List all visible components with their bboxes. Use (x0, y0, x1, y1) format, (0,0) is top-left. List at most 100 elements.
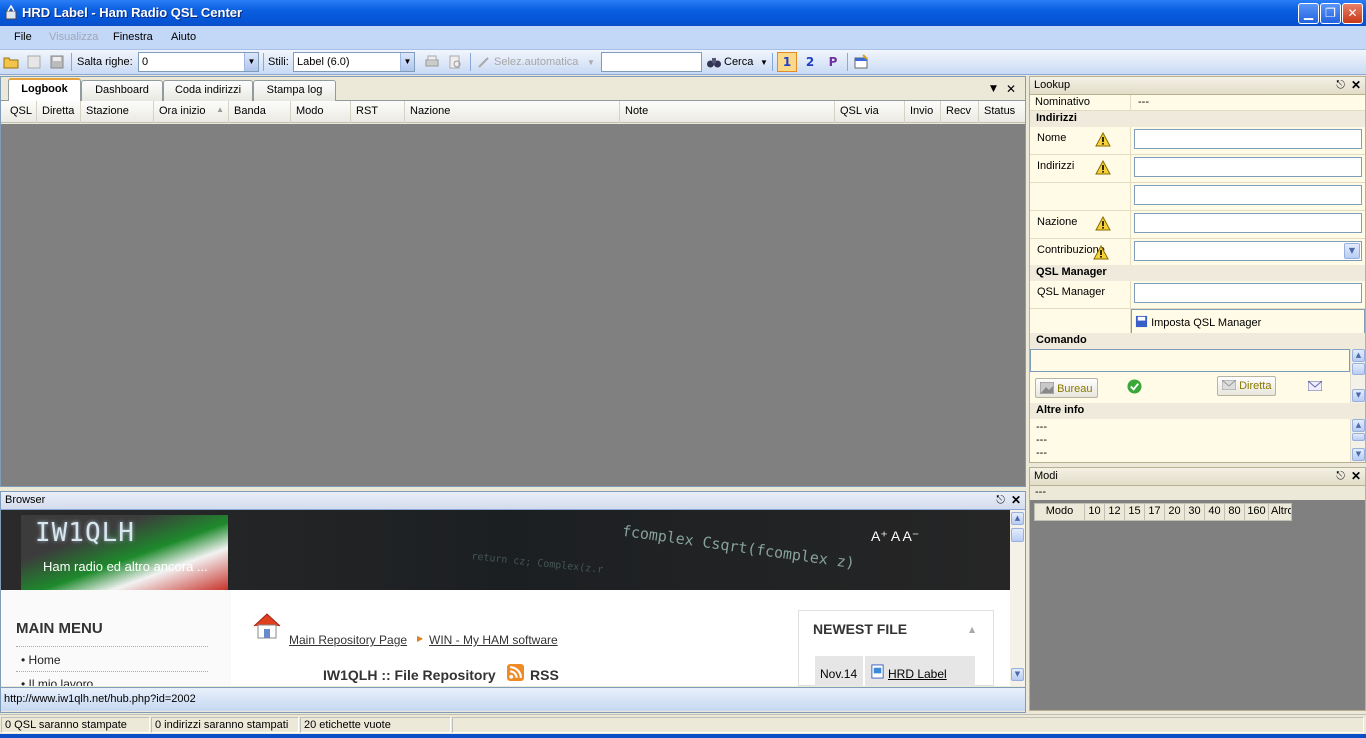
save-icon[interactable] (49, 54, 65, 70)
modi-col-30[interactable]: 30 (1185, 504, 1205, 520)
menu-item-lavoro[interactable]: • Il mio lavoro (21, 677, 93, 686)
close-icon[interactable]: ✕ (1011, 493, 1021, 507)
col-modo[interactable]: Modo (291, 101, 351, 123)
cerca-button[interactable]: Cerca (724, 56, 753, 68)
panel-dropdown-icon[interactable]: ▼ (990, 84, 997, 94)
scroll-thumb[interactable] (1352, 363, 1365, 375)
modi-col-40[interactable]: 40 (1205, 504, 1225, 520)
modi-col-160[interactable]: 160 (1245, 504, 1269, 520)
scroll-up-icon[interactable]: ▲ (1011, 512, 1024, 525)
maximize-button[interactable]: ❐ (1320, 3, 1341, 24)
breadcrumb-main-repository[interactable]: Main Repository Page (289, 633, 407, 647)
panel-close-icon[interactable]: ✕ (1006, 82, 1016, 96)
open-folder-icon[interactable] (3, 54, 19, 70)
modi-col-80[interactable]: 80 (1225, 504, 1245, 520)
log-grid-area[interactable] (1, 124, 1025, 486)
indirizzi-field-2[interactable] (1134, 185, 1362, 205)
tab-stampa-log[interactable]: Stampa log (253, 80, 336, 101)
newest-file-link[interactable]: HRD Label (888, 667, 947, 681)
nazione-field[interactable] (1134, 213, 1362, 233)
modi-col-10[interactable]: 10 (1085, 504, 1105, 520)
page-2-button[interactable]: 2 (800, 52, 820, 72)
scroll-thumb[interactable] (1011, 528, 1024, 542)
col-banda[interactable]: Banda (229, 101, 291, 123)
modi-col-modo[interactable]: Modo (1035, 504, 1085, 520)
print-preview-icon[interactable] (447, 54, 463, 70)
diretta-button[interactable]: Diretta (1217, 376, 1277, 396)
search-input[interactable] (601, 52, 702, 72)
selez-automatica-button[interactable]: Selez.automatica (494, 56, 578, 68)
col-diretta[interactable]: Diretta (37, 101, 81, 123)
scroll-up-icon[interactable]: ▲ (1352, 419, 1365, 432)
modi-col-15[interactable]: 15 (1125, 504, 1145, 520)
imposta-qsl-manager-button[interactable]: Imposta QSL Manager (1131, 309, 1365, 334)
close-icon[interactable]: ✕ (1351, 78, 1361, 92)
menu-item-home[interactable]: • Home (21, 653, 61, 667)
font-size-controls[interactable]: A⁺ A A⁻ (871, 528, 919, 545)
col-recv[interactable]: Recv (941, 101, 979, 123)
rss-icon[interactable] (507, 664, 524, 681)
print-icon[interactable] (424, 54, 440, 70)
divider (863, 656, 865, 686)
tab-coda-indirizzi[interactable]: Coda indirizzi (163, 80, 253, 101)
properties-icon[interactable] (853, 54, 869, 70)
col-stazione[interactable]: Stazione (81, 101, 154, 123)
collapse-icon[interactable]: ▲ (969, 625, 975, 634)
nome-field[interactable] (1134, 129, 1362, 149)
modi-col-12[interactable]: 12 (1105, 504, 1125, 520)
pin-icon[interactable]: ⎋ (1336, 79, 1345, 92)
menu-file[interactable]: File (14, 31, 32, 43)
breadcrumb-win-software[interactable]: WIN - My HAM software (429, 633, 558, 647)
scroll-down-icon[interactable]: ▼ (1352, 389, 1365, 402)
col-rst[interactable]: RST (351, 101, 405, 123)
scroll-down-icon[interactable]: ▼ (1011, 668, 1024, 681)
rss-label[interactable]: RSS (530, 667, 559, 683)
stili-combo[interactable]: Label (6.0) ▼ (293, 52, 415, 72)
col-status[interactable]: Status (979, 101, 1025, 123)
col-ora-inizio[interactable]: Ora inizio ▲ (154, 101, 229, 123)
status-bar: 0 QSL saranno stampate 0 indirizzi saran… (0, 714, 1366, 734)
home-icon[interactable] (251, 612, 283, 640)
envelope-icon[interactable] (1308, 381, 1322, 391)
comando-field[interactable] (1030, 349, 1350, 372)
title-bar: HRD Label - Ham Radio QSL Center ▁ ❐ ✕ (0, 0, 1366, 26)
menu-visualizza[interactable]: Visualizza (49, 31, 98, 43)
modi-col-17[interactable]: 17 (1145, 504, 1165, 520)
page-1-button[interactable]: 1 (777, 52, 797, 72)
comando-scrollbar[interactable]: ▲ ▼ (1350, 349, 1365, 403)
site-brand[interactable]: IW1QLH (35, 518, 135, 548)
col-invio[interactable]: Invio (905, 101, 941, 123)
tab-dashboard[interactable]: Dashboard (81, 80, 163, 101)
selez-dropdown-icon[interactable]: ▼ (587, 58, 595, 67)
indirizzi-field[interactable] (1134, 157, 1362, 177)
col-qsl-via[interactable]: QSL via (835, 101, 905, 123)
browser-view[interactable]: IW1QLH Ham radio ed altro ancora ... ret… (1, 510, 1010, 686)
bureau-button[interactable]: Bureau (1035, 378, 1098, 398)
minimize-button[interactable]: ▁ (1298, 3, 1319, 24)
cerca-dropdown-icon[interactable]: ▼ (760, 58, 768, 67)
page-p-button[interactable]: P (823, 52, 843, 72)
pin-icon[interactable]: ⎋ (996, 494, 1005, 507)
menu-aiuto[interactable]: Aiuto (171, 31, 196, 43)
browser-scrollbar[interactable]: ▲ ▼ (1010, 510, 1025, 686)
col-nazione[interactable]: Nazione (405, 101, 620, 123)
refresh-icon[interactable] (26, 54, 42, 70)
close-button[interactable]: ✕ (1342, 3, 1363, 24)
tab-logbook[interactable]: Logbook (8, 78, 81, 102)
salta-righe-combo[interactable]: 0 ▼ (138, 52, 259, 72)
close-icon[interactable]: ✕ (1351, 469, 1361, 483)
scroll-up-icon[interactable]: ▲ (1352, 349, 1365, 362)
menu-finestra[interactable]: Finestra (113, 31, 153, 43)
col-qsl[interactable]: QSL (5, 101, 37, 123)
scroll-thumb[interactable] (1352, 433, 1365, 441)
pin-icon[interactable]: ⎋ (1336, 470, 1345, 483)
envelope-icon (1221, 379, 1237, 391)
qsl-manager-field[interactable] (1134, 283, 1362, 303)
image-icon (1039, 381, 1055, 395)
col-note[interactable]: Note (620, 101, 835, 123)
scroll-down-icon[interactable]: ▼ (1352, 448, 1365, 461)
contribuzione-select[interactable]: ▼ (1134, 241, 1362, 261)
modi-col-20[interactable]: 20 (1165, 504, 1185, 520)
modi-col-altro[interactable]: Altro (1269, 504, 1291, 520)
altre-info-scrollbar[interactable]: ▲ ▼ (1350, 419, 1365, 462)
